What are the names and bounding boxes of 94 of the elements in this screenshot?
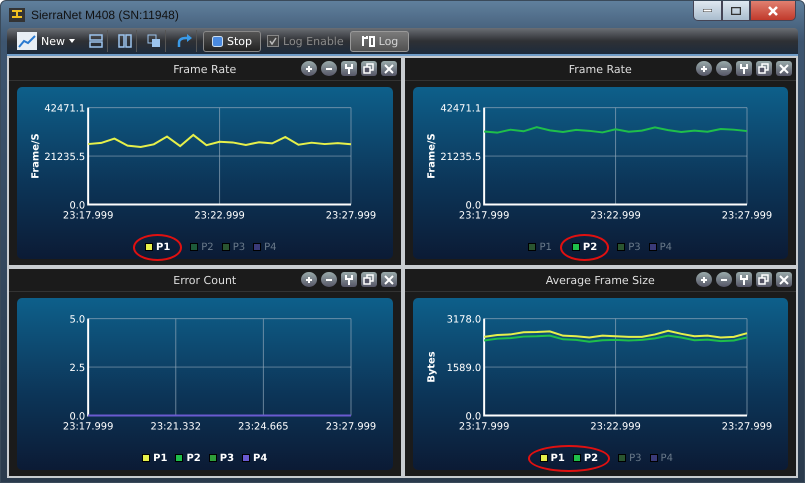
- x-tick-label: 23:27.999: [326, 421, 376, 432]
- minimize-button[interactable]: [693, 1, 722, 21]
- legend-item[interactable]: P1: [540, 452, 565, 464]
- legend-item[interactable]: P4: [242, 452, 268, 464]
- restore-button[interactable]: [360, 272, 376, 287]
- x-tick-label: 23:22.999: [194, 210, 245, 222]
- maximize-icon: [731, 6, 741, 14]
- y-tick-label: 0.0: [464, 200, 481, 212]
- zoom-out-button[interactable]: [320, 61, 336, 76]
- legend-item[interactable]: P3: [618, 452, 642, 464]
- panel-title: Frame Rate: [173, 62, 236, 76]
- x-tick-label: 23:17.999: [62, 210, 114, 222]
- y-tick-label: 21235.5: [44, 152, 86, 163]
- y-tick-label: 2.5: [69, 363, 86, 374]
- zoom-out-button[interactable]: [320, 272, 336, 287]
- legend-item[interactable]: P4: [648, 242, 672, 252]
- legend-item[interactable]: P2: [190, 242, 214, 252]
- legend-item[interactable]: P4: [650, 452, 673, 464]
- x-tick-label: 23:17.999: [458, 421, 509, 432]
- x-tick-label: 23:27.999: [326, 210, 376, 222]
- checkmark-icon: [269, 37, 278, 46]
- legend-item[interactable]: P1: [528, 242, 552, 252]
- restore-icon: [758, 62, 770, 74]
- stop-icon: [212, 36, 223, 47]
- stop-button[interactable]: Stop: [203, 30, 262, 52]
- x-tick-label: 23:22.999: [590, 210, 640, 222]
- close-icon: [768, 6, 778, 16]
- legend-item[interactable]: P2: [572, 452, 598, 464]
- legend-item[interactable]: P1: [144, 242, 170, 252]
- window-title: SierraNet M408 (SN:11948): [31, 8, 179, 22]
- settings-button[interactable]: [340, 272, 356, 287]
- panel-title: Frame Rate: [568, 62, 632, 76]
- panel-title: Average Frame Size: [546, 274, 655, 286]
- x-tick-label: 23:17.999: [458, 210, 509, 222]
- close-button[interactable]: [380, 272, 396, 287]
- zoom-out-button[interactable]: [716, 272, 732, 287]
- y-tick-label: 3178.0: [446, 314, 481, 326]
- y-axis-label: Frame/S: [30, 133, 42, 179]
- caret-icon: [69, 39, 75, 44]
- legend-item[interactable]: P3: [617, 242, 641, 252]
- maximize-button[interactable]: [722, 1, 750, 21]
- y-tick-label: 0.0: [69, 411, 86, 422]
- zoom-in-button[interactable]: [696, 272, 712, 287]
- legend-item[interactable]: P2: [175, 452, 201, 464]
- zoom-out-button[interactable]: [716, 61, 732, 76]
- y-axis-label: Bytes: [426, 351, 438, 383]
- y-tick-label: 1589.0: [446, 363, 481, 374]
- legend-item[interactable]: P3: [208, 452, 234, 464]
- restore-icon: [758, 274, 770, 286]
- minimize-icon: [703, 9, 712, 12]
- close-icon: [382, 274, 394, 286]
- settings-button[interactable]: [736, 272, 752, 287]
- legend-item[interactable]: P3: [222, 242, 246, 252]
- columns-layout-icon[interactable]: [118, 34, 132, 48]
- rows-layout-icon[interactable]: [89, 34, 103, 48]
- settings-button[interactable]: [340, 61, 356, 76]
- zoom-in-button[interactable]: [300, 61, 316, 76]
- cascade-windows-icon[interactable]: [147, 34, 161, 48]
- y-tick-label: 0.0: [69, 200, 86, 212]
- close-button[interactable]: [776, 272, 792, 287]
- x-tick-label: 23:27.999: [721, 210, 772, 222]
- close-button[interactable]: [776, 61, 792, 76]
- settings-button[interactable]: [736, 61, 752, 76]
- panel-title: Error Count: [173, 274, 236, 286]
- restore-button[interactable]: [756, 61, 772, 76]
- y-tick-label: 5.0: [69, 314, 86, 326]
- close-button[interactable]: [380, 61, 396, 76]
- x-tick-label: 23:24.665: [238, 421, 289, 432]
- close-button[interactable]: [750, 1, 796, 21]
- legend-item[interactable]: P2: [572, 242, 598, 252]
- y-tick-label: 42471.1: [440, 104, 481, 115]
- legend-item[interactable]: P4: [253, 242, 276, 252]
- restore-icon: [362, 62, 374, 74]
- restore-icon: [362, 274, 374, 286]
- y-axis-label: Frame/S: [426, 133, 438, 179]
- x-tick-label: 23:17.999: [62, 421, 114, 432]
- legend-item[interactable]: P1: [142, 452, 168, 464]
- curved-arrow-icon[interactable]: [176, 33, 192, 50]
- y-tick-label: 21235.5: [440, 152, 481, 163]
- zoom-in-button[interactable]: [696, 61, 712, 76]
- close-icon: [382, 62, 394, 74]
- x-tick-label: 23:27.999: [721, 421, 772, 432]
- new-chart-button[interactable]: New: [13, 32, 79, 50]
- line-chart-icon: [17, 32, 37, 50]
- y-tick-label: 0.0: [464, 411, 481, 422]
- zoom-in-button[interactable]: [300, 272, 316, 287]
- restore-button[interactable]: [756, 272, 772, 287]
- close-icon: [778, 274, 790, 286]
- network-app-icon: [9, 8, 25, 22]
- x-tick-label: 23:21.332: [150, 421, 201, 432]
- restore-button[interactable]: [360, 61, 376, 76]
- x-tick-label: 23:22.999: [590, 421, 640, 432]
- y-tick-label: 42471.1: [44, 104, 86, 115]
- close-icon: [778, 62, 790, 74]
